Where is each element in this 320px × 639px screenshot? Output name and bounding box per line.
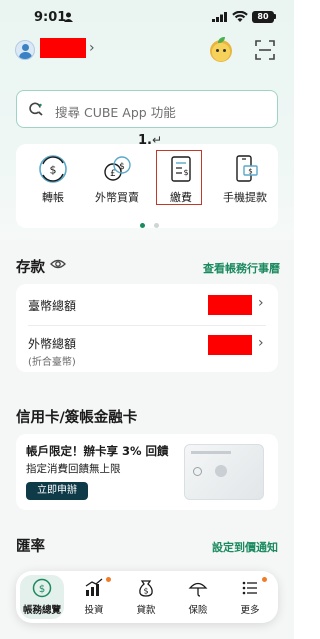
chevron-right-icon: › xyxy=(258,335,264,351)
foreign-total-row[interactable]: 外幣總額 (折合臺幣) › xyxy=(16,326,278,372)
nav-label: 更多 xyxy=(240,605,260,616)
loan-icon: $ xyxy=(139,580,153,597)
status-time: 9:01 xyxy=(34,10,67,25)
quick-action-transfer[interactable]: $ 轉帳 xyxy=(24,144,82,228)
nav-account-overview[interactable]: $ 帳務總覽 xyxy=(16,571,68,623)
eye-icon[interactable] xyxy=(50,258,66,270)
notification-dot xyxy=(106,577,111,582)
search-placeholder: 搜尋 CUBE App 功能 xyxy=(55,105,176,120)
insurance-icon xyxy=(188,582,208,597)
deposit-title: 存款 xyxy=(16,260,45,276)
svg-text:£: £ xyxy=(110,169,116,179)
price-alert-link[interactable]: 設定到價通知 xyxy=(212,539,278,555)
page-dot xyxy=(154,223,160,228)
foreign-total-label: 外幣總額 xyxy=(28,337,77,351)
nav-label: 投資 xyxy=(84,605,104,616)
svg-text:$: $ xyxy=(39,584,45,595)
twd-total-row[interactable]: 臺幣總額 › xyxy=(16,284,278,326)
signal-icon xyxy=(212,12,227,22)
nav-more[interactable]: 更多 xyxy=(224,571,276,623)
twd-total-label: 臺幣總額 xyxy=(28,299,77,313)
profile-chevron-icon[interactable]: › xyxy=(89,40,95,56)
credit-card-promo[interactable]: 帳戶限定！辦卡享 3% 回饋 指定消費回饋無上限 立即申辦 xyxy=(16,434,278,510)
chevron-right-icon: › xyxy=(258,295,264,311)
avatar-body xyxy=(19,52,32,59)
credit-title: 信用卡/簽帳金融卡 xyxy=(16,410,138,426)
calendar-link[interactable]: 查看帳務行事曆 xyxy=(203,260,280,276)
avatar-head xyxy=(22,44,29,51)
bottom-navigation: $ 帳務總覽 投資 $ 貸款 保險 更多 xyxy=(16,571,278,623)
quick-action-label: 手機提款 xyxy=(223,191,267,204)
invest-icon xyxy=(85,578,103,596)
mascot-leaf xyxy=(218,37,225,43)
person-status-icon xyxy=(64,12,73,22)
quick-action-mobile-withdraw[interactable]: $ 手機提款 xyxy=(216,144,274,228)
mascot-eye-left xyxy=(216,49,219,52)
nav-insurance[interactable]: 保險 xyxy=(172,571,224,623)
exchange-title: 匯率 xyxy=(16,539,45,555)
quick-action-label: 轉帳 xyxy=(42,191,64,204)
nav-label: 貸款 xyxy=(136,605,156,616)
svg-text:$: $ xyxy=(50,164,57,177)
credit-card-image xyxy=(184,444,264,500)
deposit-card: 臺幣總額 › 外幣總額 (折合臺幣) › xyxy=(16,284,278,372)
apply-now-button[interactable]: 立即申辦 xyxy=(26,482,88,500)
search-bar[interactable]: 搜尋 CUBE App 功能 xyxy=(16,90,278,128)
mascot-eye-right xyxy=(223,49,226,52)
battery-indicator: 80 xyxy=(252,11,274,23)
nav-label: 帳務總覽 xyxy=(22,605,61,616)
foreign-exchange-icon: £ $ xyxy=(104,156,131,181)
search-icon xyxy=(29,102,43,116)
quick-action-label: 外幣買賣 xyxy=(95,191,139,204)
more-icon xyxy=(242,581,257,595)
redacted-foreign-amount xyxy=(208,335,252,355)
nav-loan[interactable]: $ 貸款 xyxy=(120,571,172,623)
promo-title: 帳戶限定！辦卡享 3% 回饋 xyxy=(26,444,169,458)
foreign-total-sublabel: (折合臺幣) xyxy=(28,357,76,368)
card-logo xyxy=(215,465,227,477)
scan-icon[interactable] xyxy=(255,40,275,60)
nav-label: 保險 xyxy=(188,605,208,616)
svg-text:$: $ xyxy=(248,168,252,176)
notification-dot xyxy=(262,577,267,582)
svg-text:$: $ xyxy=(119,162,125,172)
page-dots xyxy=(138,213,161,232)
card-chip xyxy=(193,467,202,476)
promo-subtitle: 指定消費回饋無上限 xyxy=(26,463,121,475)
redacted-user-name[interactable] xyxy=(40,38,86,58)
page-dot-active xyxy=(140,223,145,228)
wifi-icon xyxy=(232,11,248,22)
svg-text:$: $ xyxy=(143,587,148,596)
transfer-icon: $ xyxy=(39,155,67,183)
status-bar: 9:01 80 xyxy=(0,0,294,34)
card-strip xyxy=(191,451,231,454)
battery-tip xyxy=(274,14,276,19)
highlight-box xyxy=(156,150,202,205)
nav-invest[interactable]: 投資 xyxy=(68,571,120,623)
redacted-twd-amount xyxy=(208,295,252,315)
avatar[interactable] xyxy=(15,40,35,60)
account-overview-icon: $ xyxy=(32,578,52,598)
mascot-icon[interactable] xyxy=(210,37,232,62)
mobile-withdraw-icon: $ xyxy=(236,155,258,182)
